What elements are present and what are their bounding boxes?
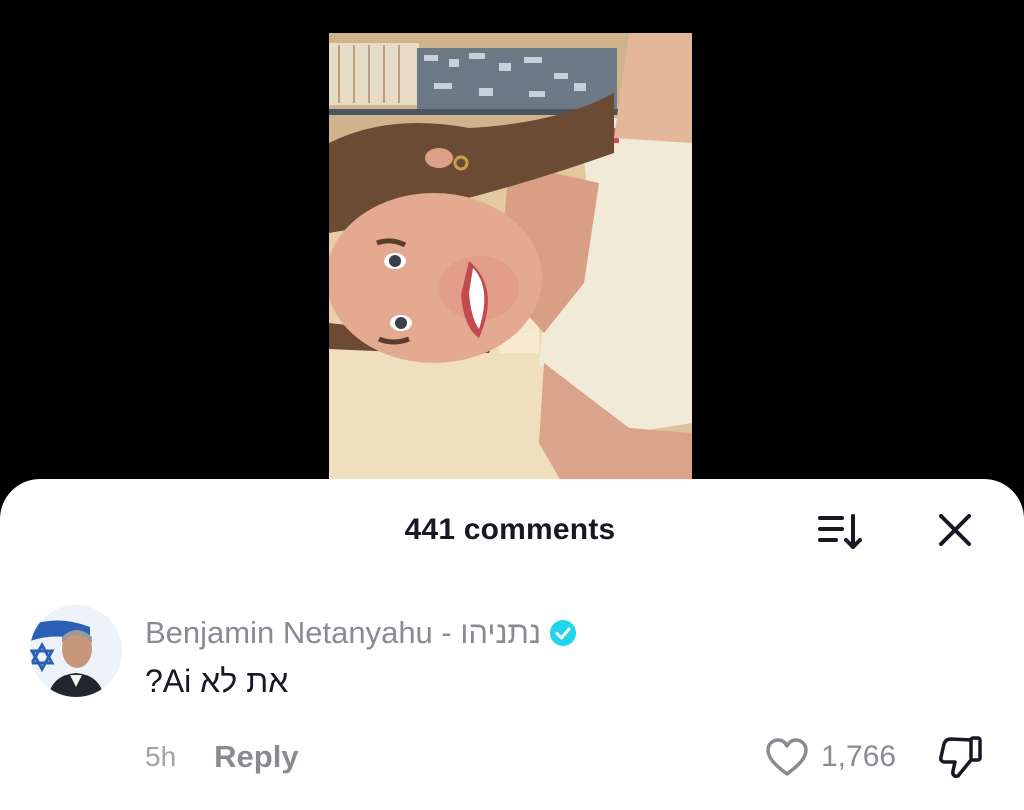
video-player[interactable] [0, 0, 1024, 520]
like-button[interactable]: 1,766 [765, 735, 896, 779]
video-thumbnail-image [329, 33, 692, 495]
comment-author-line: Benjamin Netanyahu - נתניהו [145, 613, 577, 653]
heart-outline-icon [766, 738, 808, 776]
comment-text: את לא Ai? [145, 663, 289, 699]
comment-meta: 5h Reply [145, 737, 299, 777]
dislike-button[interactable] [936, 731, 986, 781]
comment-timestamp: 5h [145, 741, 177, 772]
comment-author[interactable]: Benjamin Netanyahu - נתניהו [145, 615, 541, 651]
close-icon [939, 514, 971, 546]
thumbs-down-icon [939, 736, 982, 778]
close-button[interactable] [930, 509, 980, 555]
video-frame [329, 33, 692, 495]
sort-descending-icon [818, 514, 862, 549]
verified-badge-icon [550, 620, 577, 646]
avatar-image [30, 605, 122, 697]
comments-panel: 441 comments Benjamin Netanyahu - נתניהו… [0, 479, 1024, 810]
sort-button[interactable] [812, 509, 870, 555]
avatar[interactable] [30, 605, 122, 697]
reply-button[interactable]: Reply [214, 739, 298, 775]
comment-item: Benjamin Netanyahu - נתניהו את לא Ai? 5h… [0, 599, 1024, 799]
like-count: 1,766 [821, 740, 897, 773]
